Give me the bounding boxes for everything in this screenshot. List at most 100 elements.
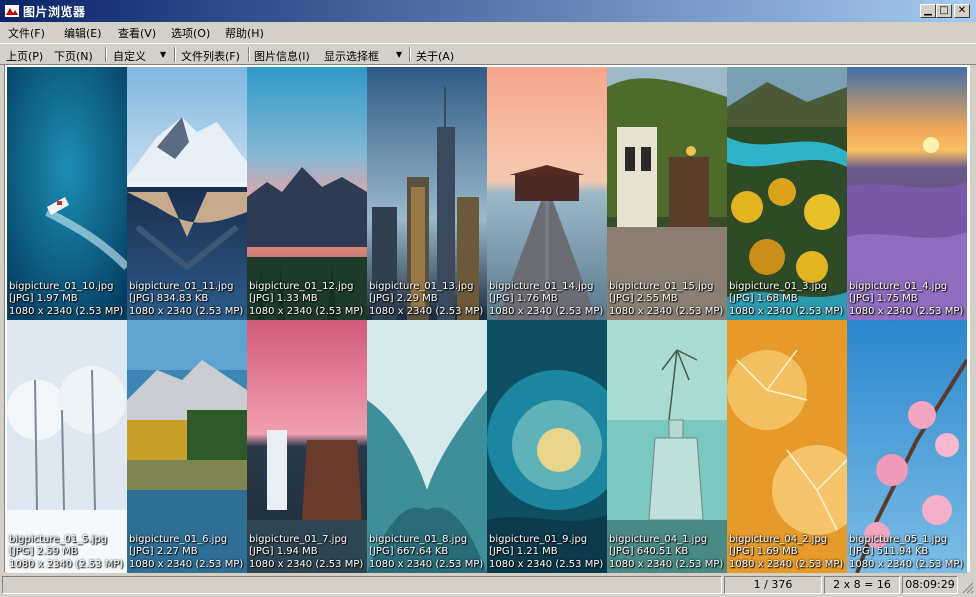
thumbnail-filename: bigpicture_01_12.jpg xyxy=(249,280,354,292)
thumbnail-filesize: [JPG] 834.83 KB xyxy=(129,293,209,304)
thumbnail-filename: bigpicture_01_4.jpg xyxy=(849,280,948,292)
status-position: 1 / 376 xyxy=(724,576,822,594)
thumbnail-pink-sky-lake[interactable]: bigpicture_01_12.jpg [JPG] 1.33 MB 1080 … xyxy=(247,67,367,320)
menu-options[interactable]: 选项(O) xyxy=(171,25,210,41)
thumbnail-info: bigpicture_01_7.jpg [JPG] 1.94 MB 1080 x… xyxy=(249,534,363,572)
menu-file[interactable]: 文件(F) xyxy=(8,25,45,41)
resize-grip-icon[interactable] xyxy=(960,580,974,594)
next-page-button[interactable]: 下页(N) xyxy=(54,48,93,64)
app-icon xyxy=(5,5,19,17)
status-bar: 1 / 376 2 x 8 = 16 08:09:29 xyxy=(0,574,976,597)
status-layout: 2 x 8 = 16 xyxy=(824,576,900,594)
thumbnail-info: bigpicture_05_1.jpg [JPG] 511.94 KB 1080… xyxy=(849,534,963,572)
thumbnail-info: bigpicture_01_13.jpg [JPG] 2.29 MB 1080 … xyxy=(369,281,483,319)
thumbnail-filesize: [JPG] 1.76 MB xyxy=(489,293,558,304)
thumbnail-mountain-lake[interactable]: bigpicture_01_11.jpg [JPG] 834.83 KB 108… xyxy=(127,67,247,320)
thumbnail-ivy-house[interactable]: bigpicture_01_15.jpg [JPG] 2.55 MB 1080 … xyxy=(607,67,727,320)
thumbnail-info: bigpicture_01_11.jpg [JPG] 834.83 KB 108… xyxy=(129,281,243,319)
thumbnail-mountain-reflection[interactable]: bigpicture_01_6.jpg [JPG] 2.27 MB 1080 x… xyxy=(127,320,247,573)
thumbnail-info: bigpicture_01_8.jpg [JPG] 667.64 KB 1080… xyxy=(369,534,483,572)
thumbnail-info: bigpicture_01_6.jpg [JPG] 2.27 MB 1080 x… xyxy=(129,534,243,572)
image-info-button[interactable]: 图片信息(I) xyxy=(254,48,310,64)
thumbnail-filesize: [JPG] 2.27 MB xyxy=(129,546,198,557)
thumbnail-info: bigpicture_01_5.jpg [JPG] 2.59 MB 1080 x… xyxy=(9,534,123,572)
thumbnail-filesize: [JPG] 1.69 MB xyxy=(729,546,798,557)
thumbnail-info: bigpicture_01_10.jpg [JPG] 1.97 MB 1080 … xyxy=(9,281,123,319)
thumbnail-dimensions: 1080 x 2340 (2.53 MP) xyxy=(609,558,724,570)
toolbar-separator xyxy=(105,47,107,62)
thumbnail-wave[interactable]: bigpicture_01_9.jpg [JPG] 1.21 MB 1080 x… xyxy=(487,320,607,573)
thumbnail-info: bigpicture_01_12.jpg [JPG] 1.33 MB 1080 … xyxy=(249,281,363,319)
custom-button[interactable]: 自定义 xyxy=(113,48,146,64)
menu-bar: 文件(F) 编辑(E) 查看(V) 选项(O) 帮助(H) xyxy=(0,22,976,42)
thumbnail-boat[interactable]: bigpicture_01_10.jpg [JPG] 1.97 MB 1080 … xyxy=(7,67,127,320)
status-time: 08:09:29 xyxy=(902,576,958,594)
thumbnail-dimensions: 1080 x 2340 (2.53 MP) xyxy=(729,558,844,570)
prev-page-button[interactable]: 上页(P) xyxy=(6,48,43,64)
thumbnail-grid: bigpicture_01_10.jpg [JPG] 1.97 MB 1080 … xyxy=(4,64,970,573)
thumbnail-filesize: [JPG] 1.21 MB xyxy=(489,546,558,557)
thumbnail-dimensions: 1080 x 2340 (2.53 MP) xyxy=(129,558,244,570)
thumbnail-filesize: [JPG] 1.68 MB xyxy=(729,293,798,304)
selection-dropdown-icon[interactable]: ▼ xyxy=(396,50,402,59)
close-icon: ✕ xyxy=(957,5,967,16)
menu-view[interactable]: 查看(V) xyxy=(118,25,156,41)
thumbnail-filesize: [JPG] 2.55 MB xyxy=(609,293,678,304)
thumbnail-info: bigpicture_01_3.jpg [JPG] 1.68 MB 1080 x… xyxy=(729,281,843,319)
thumbnail-filename: bigpicture_01_14.jpg xyxy=(489,280,594,292)
custom-dropdown-icon[interactable]: ▼ xyxy=(160,50,166,59)
thumbnail-filesize: [JPG] 1.75 MB xyxy=(849,293,918,304)
thumbnail-waterfall[interactable]: bigpicture_01_7.jpg [JPG] 1.94 MB 1080 x… xyxy=(247,320,367,573)
file-list-button[interactable]: 文件列表(F) xyxy=(181,48,240,64)
thumbnail-filename: bigpicture_01_11.jpg xyxy=(129,280,234,292)
minimize-button[interactable]: ▁ xyxy=(920,4,936,18)
thumbnail-info: bigpicture_04_1.jpg [JPG] 640.51 KB 1080… xyxy=(609,534,723,572)
close-button[interactable]: ✕ xyxy=(954,4,970,18)
window-title: 图片浏览器 xyxy=(23,5,86,19)
thumbnail-filename: bigpicture_01_13.jpg xyxy=(369,280,474,292)
thumbnail-pier[interactable]: bigpicture_01_14.jpg [JPG] 1.76 MB 1080 … xyxy=(487,67,607,320)
thumbnail-lavender[interactable]: bigpicture_01_4.jpg [JPG] 1.75 MB 1080 x… xyxy=(847,67,967,320)
status-message xyxy=(2,576,722,594)
thumbnail-city[interactable]: bigpicture_01_13.jpg [JPG] 2.29 MB 1080 … xyxy=(367,67,487,320)
menu-edit[interactable]: 编辑(E) xyxy=(64,25,102,41)
thumbnail-dimensions: 1080 x 2340 (2.53 MP) xyxy=(849,558,964,570)
about-button[interactable]: 关于(A) xyxy=(416,48,454,64)
thumbnail-info: bigpicture_04_2.jpg [JPG] 1.69 MB 1080 x… xyxy=(729,534,843,572)
thumbnail-ice-cave[interactable]: bigpicture_01_8.jpg [JPG] 667.64 KB 1080… xyxy=(367,320,487,573)
thumbnail-filesize: [JPG] 667.64 KB xyxy=(369,546,449,557)
thumbnail-magnolia[interactable]: bigpicture_05_1.jpg [JPG] 511.94 KB 1080… xyxy=(847,320,967,573)
title-bar: 图片浏览器 ▁ □ ✕ xyxy=(0,0,976,22)
thumbnail-filesize: [JPG] 640.51 KB xyxy=(609,546,689,557)
thumbnail-dimensions: 1080 x 2340 (2.53 MP) xyxy=(369,305,484,317)
thumbnail-snow-trees[interactable]: bigpicture_01_5.jpg [JPG] 2.59 MB 1080 x… xyxy=(7,320,127,573)
maximize-icon: □ xyxy=(939,5,949,16)
maximize-button[interactable]: □ xyxy=(936,4,952,18)
thumbnail-dimensions: 1080 x 2340 (2.53 MP) xyxy=(489,305,604,317)
menu-help[interactable]: 帮助(H) xyxy=(225,25,264,41)
thumbnail-filename: bigpicture_01_9.jpg xyxy=(489,533,588,545)
thumbnail-dimensions: 1080 x 2340 (2.53 MP) xyxy=(9,305,124,317)
thumbnail-dimensions: 1080 x 2340 (2.53 MP) xyxy=(609,305,724,317)
thumbnail-filesize: [JPG] 1.33 MB xyxy=(249,293,318,304)
thumbnail-filename: bigpicture_04_2.jpg xyxy=(729,533,828,545)
toolbar-separator xyxy=(248,47,250,62)
thumbnail-filename: bigpicture_01_5.jpg xyxy=(9,533,108,545)
thumbnail-glass-bottle[interactable]: bigpicture_04_1.jpg [JPG] 640.51 KB 1080… xyxy=(607,320,727,573)
thumbnail-dandelion[interactable]: bigpicture_04_2.jpg [JPG] 1.69 MB 1080 x… xyxy=(727,320,847,573)
show-selection-button[interactable]: 显示选择框 xyxy=(324,48,379,64)
thumbnail-filename: bigpicture_04_1.jpg xyxy=(609,533,708,545)
toolbar: 上页(P) 下页(N) 自定义 ▼ 文件列表(F) 图片信息(I) 显示选择框 … xyxy=(0,43,976,65)
thumbnail-filesize: [JPG] 511.94 KB xyxy=(849,546,929,557)
thumbnail-filesize: [JPG] 1.94 MB xyxy=(249,546,318,557)
thumbnail-info: bigpicture_01_15.jpg [JPG] 2.55 MB 1080 … xyxy=(609,281,723,319)
thumbnail-dimensions: 1080 x 2340 (2.53 MP) xyxy=(489,558,604,570)
thumbnail-dimensions: 1080 x 2340 (2.53 MP) xyxy=(129,305,244,317)
thumbnail-dimensions: 1080 x 2340 (2.53 MP) xyxy=(729,305,844,317)
thumbnail-filesize: [JPG] 1.97 MB xyxy=(9,293,78,304)
thumbnail-filename: bigpicture_01_7.jpg xyxy=(249,533,348,545)
thumbnail-dimensions: 1080 x 2340 (2.53 MP) xyxy=(369,558,484,570)
thumbnail-filename: bigpicture_01_8.jpg xyxy=(369,533,468,545)
thumbnail-autumn-forest[interactable]: bigpicture_01_3.jpg [JPG] 1.68 MB 1080 x… xyxy=(727,67,847,320)
thumbnail-filename: bigpicture_05_1.jpg xyxy=(849,533,948,545)
